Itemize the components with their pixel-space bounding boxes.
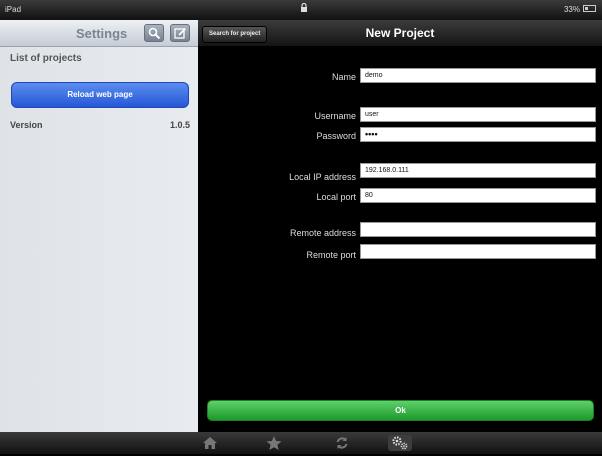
search-button[interactable] [144,24,164,42]
reload-web-page-button[interactable]: Reload web page [11,82,189,108]
username-label: Username [314,111,356,121]
compose-icon [174,27,187,39]
version-row: Version 1.0.5 [10,120,190,130]
compose-button[interactable] [170,24,190,42]
refresh-icon [336,437,348,449]
new-project-panel: Search for project New Project Name demo… [198,20,602,432]
projects-list-header: List of projects [10,53,82,64]
local-port-label: Local port [316,192,356,202]
username-field[interactable]: user [360,107,596,122]
battery-percent: 33% [563,5,580,14]
remote-address-label: Remote address [289,228,356,238]
settings-title: Settings [76,26,128,41]
name-label: Name [331,72,356,82]
device-label: iPad [5,5,22,14]
local-ip-label: Local IP address [289,172,356,182]
settings-panel: Settings List of projects Reload web pag… [0,20,198,432]
navigation-bar: Search for project New Project [198,20,602,47]
tab-settings[interactable] [388,435,412,451]
home-icon [203,437,217,449]
name-field[interactable]: demo [360,68,596,83]
local-port-field[interactable]: 80 [360,188,596,203]
search-icon [148,27,161,40]
tab-refresh[interactable] [330,435,354,451]
tab-home[interactable] [198,435,222,451]
page-title: New Project [365,26,435,40]
tab-favorites[interactable] [262,435,286,451]
password-field[interactable]: •••• [360,127,596,142]
version-label: Version [10,120,43,130]
ok-button[interactable]: Ok [207,400,594,421]
status-bar: iPad 33% [0,0,602,20]
gears-icon [392,436,408,450]
star-icon [266,436,282,450]
local-ip-field[interactable]: 192.168.0.111 [360,163,596,178]
battery-icon [583,5,596,12]
remote-address-field[interactable] [360,222,596,237]
remote-port-field[interactable] [360,244,596,259]
remote-port-label: Remote port [306,250,356,260]
password-label: Password [316,131,356,141]
tab-bar [0,432,602,454]
lock-icon [301,3,307,12]
settings-toolbar: Settings [0,20,198,47]
version-value: 1.0.5 [169,120,190,130]
